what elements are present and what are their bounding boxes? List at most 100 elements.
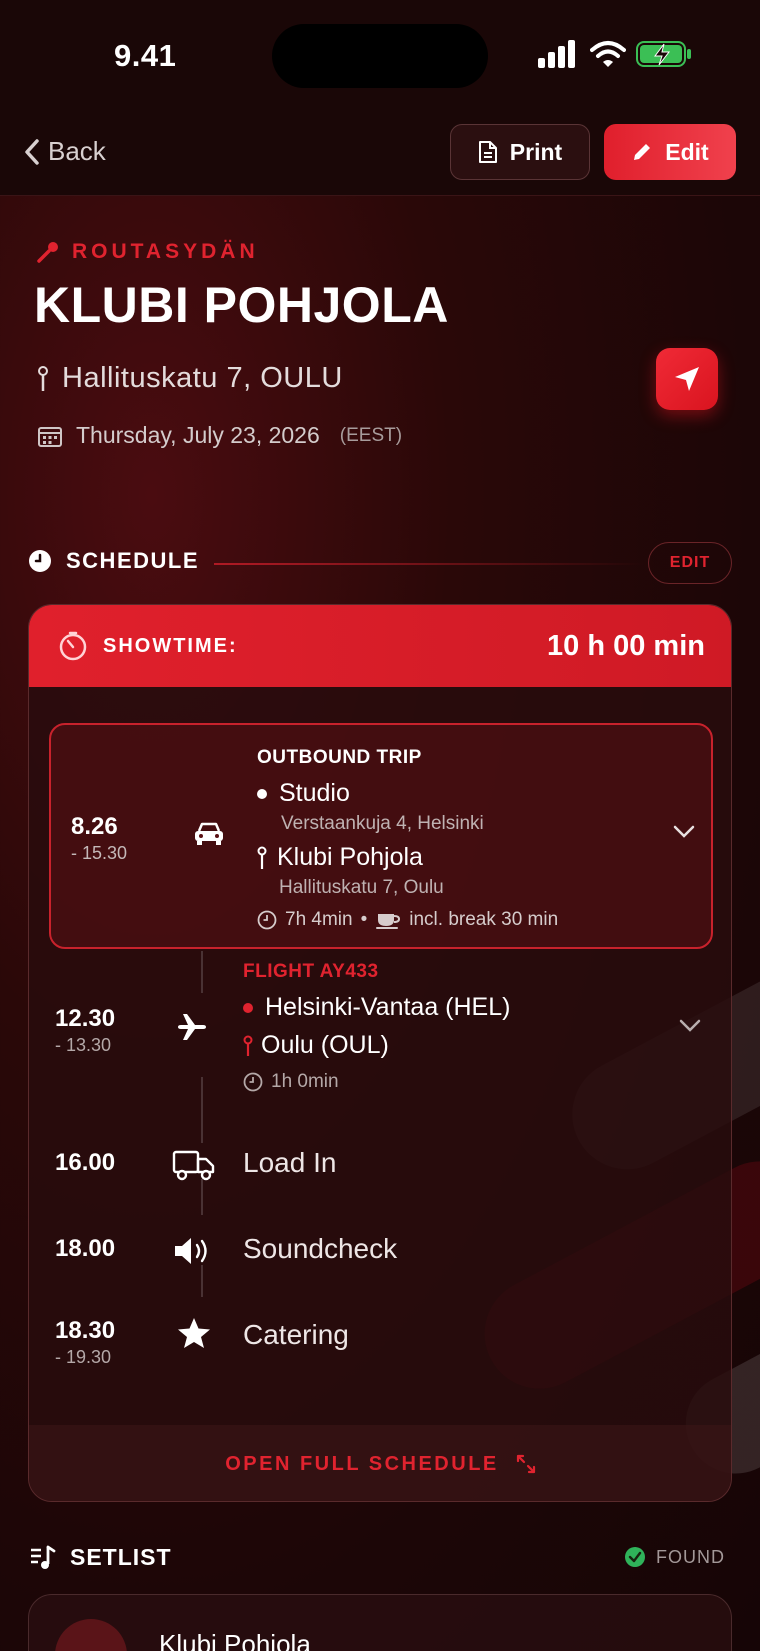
check-circle-icon	[625, 1547, 645, 1567]
chevron-left-icon	[25, 138, 39, 165]
microphone-icon	[37, 242, 58, 263]
back-button[interactable]: Back	[24, 136, 106, 167]
flight-end-time: - 13.30	[55, 1035, 112, 1055]
origin-name: Studio	[279, 779, 350, 807]
date-text: Thursday, July 23, 2026	[76, 422, 320, 448]
venue-address: Hallituskatu 7, OULU	[38, 362, 343, 395]
setlist-item-name: Klubi Pohjola	[159, 1629, 311, 1651]
setlist-heading: SETLIST	[70, 1544, 172, 1570]
calendar-icon	[38, 426, 62, 447]
chevron-down-icon[interactable]	[673, 825, 695, 839]
trip-duration: 7h 4min	[285, 909, 353, 930]
dynamic-island	[272, 24, 488, 88]
pencil-icon	[634, 144, 651, 160]
event-end-time: - 19.30	[55, 1347, 112, 1367]
setlist-card[interactable]: Klubi Pohjola	[28, 1594, 732, 1651]
setlist-status-text: FOUND	[656, 1546, 725, 1567]
schedule-card: SHOWTIME: 10 h 00 min 8.26 - 15.30 OUTBO…	[28, 604, 732, 1502]
truck-icon	[171, 1145, 217, 1185]
flight-destination: Oulu (OUL)	[243, 1031, 389, 1060]
back-label: Back	[48, 136, 106, 166]
trip-destination: Klubi Pohjola	[257, 843, 423, 872]
clock-icon	[257, 910, 277, 930]
timer-icon	[59, 631, 87, 661]
venue-title: KLUBI POHJOLA	[34, 277, 449, 333]
schedule-heading: SCHEDULE	[66, 548, 200, 573]
speaker-icon	[171, 1231, 217, 1271]
event-label: Load In	[243, 1147, 337, 1178]
timeline-connector	[201, 1077, 203, 1143]
setlist-status: FOUND	[624, 1546, 725, 1568]
divider	[214, 563, 644, 565]
document-icon	[478, 141, 497, 163]
outbound-trip-item[interactable]: 8.26 - 15.30 OUTBOUND TRIP Studio Versta…	[49, 723, 713, 949]
dot-icon	[257, 788, 267, 799]
flight-duration-row: 1h 0min	[243, 1071, 339, 1093]
artist-label: ROUTASYDÄN	[36, 240, 259, 264]
trip-origin: Studio	[257, 779, 350, 808]
navigation-arrow-icon	[675, 367, 699, 391]
car-icon	[195, 822, 223, 845]
nav-bar: Back Print Edit	[0, 110, 760, 196]
event-date: Thursday, July 23, 2026 (EEST)	[38, 422, 402, 449]
status-bar: 9.41	[0, 0, 760, 110]
showtime-value: 10 h 00 min	[547, 629, 705, 662]
showtime-bar: SHOWTIME: 10 h 00 min	[29, 605, 731, 687]
print-label: Print	[509, 138, 563, 165]
clock-icon	[29, 550, 51, 572]
schedule-header: SCHEDULE	[28, 548, 199, 574]
dot-icon	[243, 1002, 253, 1013]
separator-dot: •	[360, 909, 368, 930]
origin-address: Verstaankuja 4, Helsinki	[281, 813, 484, 834]
print-button[interactable]: Print	[450, 124, 590, 180]
schedule-item-catering[interactable]: 18.30 - 19.30 Catering	[29, 1309, 731, 1367]
event-label: Soundcheck	[243, 1233, 398, 1264]
signal-icon	[538, 40, 575, 68]
flight-duration: 1h 0min	[271, 1071, 339, 1092]
music-list-icon	[31, 1545, 56, 1569]
star-icon	[171, 1313, 217, 1353]
chevron-down-icon[interactable]	[679, 1019, 701, 1033]
event-time: 16.00	[55, 1149, 116, 1176]
schedule-item-soundcheck[interactable]: 18.00 Soundcheck	[29, 1227, 731, 1277]
timeline-connector	[201, 951, 203, 993]
pin-icon	[38, 365, 48, 391]
flight-start-time: 12.30	[55, 1005, 116, 1032]
open-full-schedule-label: OPEN FULL SCHEDULE	[225, 1452, 499, 1475]
trip-start-time: 8.26	[71, 813, 118, 840]
event-time: 18.00	[55, 1235, 116, 1262]
schedule-item-load-in[interactable]: 16.00 Load In	[29, 1141, 731, 1191]
pin-icon	[257, 846, 267, 869]
setlist-header: SETLIST	[30, 1544, 172, 1571]
navigate-button[interactable]	[656, 348, 718, 410]
trip-end-time: - 15.30	[71, 843, 128, 863]
event-time: 18.30	[55, 1317, 116, 1344]
trip-meta: 7h 4min • incl. break 30 min	[257, 909, 558, 931]
clock-icon	[243, 1072, 263, 1092]
flight-destination-name: Oulu (OUL)	[261, 1031, 389, 1059]
timezone-text: (EEST)	[339, 424, 403, 446]
showtime-label: SHOWTIME:	[103, 634, 238, 657]
schedule-edit-button[interactable]: EDIT	[648, 542, 732, 584]
destination-name: Klubi Pohjola	[277, 843, 423, 871]
airplane-icon	[178, 1014, 206, 1040]
open-full-schedule-button[interactable]: OPEN FULL SCHEDULE	[29, 1425, 731, 1501]
status-time: 9.41	[114, 38, 177, 73]
edit-button[interactable]: Edit	[604, 124, 736, 180]
battery-charging-icon	[636, 41, 691, 67]
flight-origin-name: Helsinki-Vantaa (HEL)	[265, 993, 511, 1021]
flight-origin: Helsinki-Vantaa (HEL)	[243, 993, 510, 1022]
break-info: incl. break 30 min	[409, 909, 559, 930]
wifi-icon	[590, 41, 626, 67]
event-label: Catering	[243, 1319, 349, 1350]
destination-address: Hallituskatu 7, Oulu	[279, 877, 444, 898]
expand-icon	[516, 1454, 535, 1474]
artist-name: ROUTASYDÄN	[72, 240, 259, 263]
flight-title: FLIGHT AY433	[243, 961, 379, 982]
coffee-icon	[376, 914, 401, 929]
address-text: Hallituskatu 7, OULU	[62, 362, 343, 394]
edit-label: Edit	[665, 138, 709, 165]
setlist-avatar	[55, 1619, 127, 1651]
pin-icon	[243, 1035, 253, 1056]
trip-title: OUTBOUND TRIP	[257, 747, 422, 768]
